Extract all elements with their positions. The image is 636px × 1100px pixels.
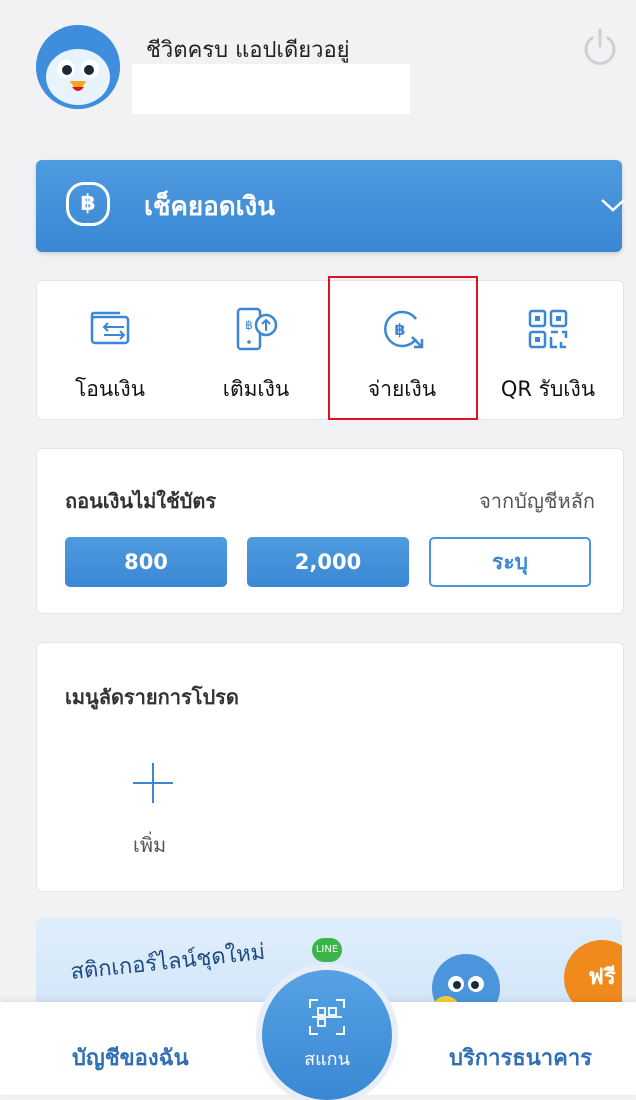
greeting-text: ชีวิตครบ แอปเดียวอยู่ — [146, 38, 350, 63]
highlight-box — [328, 276, 478, 420]
scan-button[interactable]: สแกน — [262, 970, 392, 1100]
amount-2000-button[interactable]: 2,000 — [247, 537, 409, 587]
line-logo-icon: LINE — [312, 938, 342, 962]
action-label: โอนเงิน — [74, 377, 146, 401]
nav-my-account[interactable]: บัญชีของฉัน — [72, 1040, 189, 1075]
action-transfer[interactable]: โอนเงิน — [37, 281, 183, 419]
action-label: เติมเงิน — [222, 377, 290, 401]
amount-800-button[interactable]: 800 — [65, 537, 227, 587]
nav-bank-services[interactable]: บริการธนาคาร — [449, 1040, 592, 1075]
promo-text: สติกเกอร์ไลน์ชุดใหม่ — [69, 939, 267, 986]
scan-icon — [309, 999, 345, 1035]
action-topup[interactable]: ฿ เติมเงิน — [183, 281, 329, 419]
action-label: QR รับเงิน — [500, 377, 596, 401]
transfer-icon — [90, 311, 130, 345]
favorites-title: เมนูลัดรายการโปรด — [65, 685, 239, 709]
scan-label: สแกน — [304, 1049, 350, 1070]
qr-icon — [528, 309, 568, 349]
chevron-down-icon — [601, 199, 625, 212]
withdraw-subtitle: จากบัญชีหลัก — [479, 489, 595, 513]
topup-icon: ฿ — [236, 307, 278, 351]
baht-icon: ฿ — [66, 182, 110, 226]
check-balance-label: เช็คยอดเงิน — [144, 192, 276, 222]
plus-icon[interactable] — [129, 759, 177, 807]
action-qr-receive[interactable]: QR รับเงิน — [475, 281, 621, 419]
power-icon[interactable] — [578, 26, 622, 70]
amount-custom-button[interactable]: ระบุ — [429, 537, 591, 587]
withdraw-title: ถอนเงินไม่ใช้บัตร — [65, 489, 217, 513]
account-name-box — [132, 64, 410, 114]
svg-text:฿: ฿ — [245, 318, 253, 332]
check-balance-bar[interactable]: ฿ เช็คยอดเงิน — [36, 160, 625, 252]
bird-mascot-avatar[interactable] — [36, 25, 120, 109]
favorite-shortcuts-card: เมนูลัดรายการโปรด เพิ่ม — [36, 642, 624, 892]
cardless-withdraw-card: ถอนเงินไม่ใช้บัตร จากบัญชีหลัก 800 2,000… — [36, 448, 624, 614]
add-favorite-label[interactable]: เพิ่ม — [133, 829, 166, 861]
